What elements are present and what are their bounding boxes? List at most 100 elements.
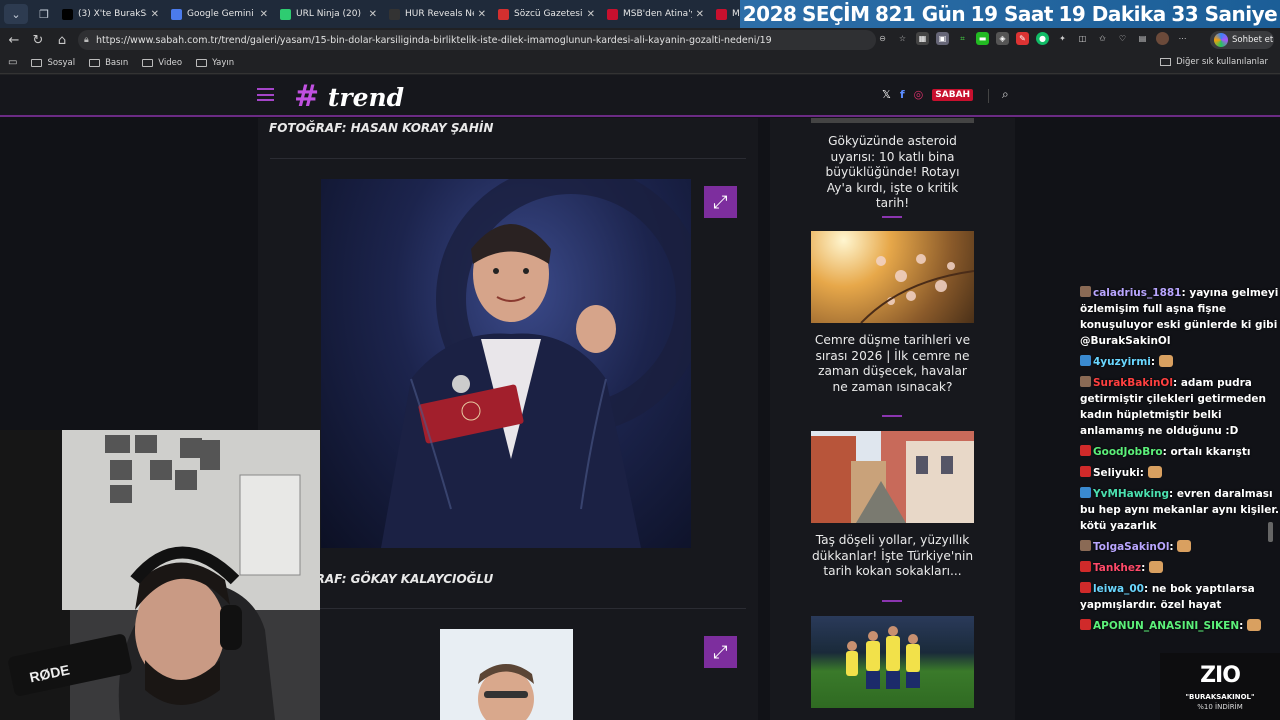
copilot-label: Sohbet et (1232, 35, 1274, 45)
browser-tab[interactable]: HUR Reveals New R ✕ (383, 0, 492, 28)
folder-icon (31, 58, 43, 67)
ninja-icon (280, 8, 291, 20)
expand-photo-button[interactable]: ⤢ (704, 636, 737, 668)
x-icon[interactable]: 𝕏 (882, 88, 891, 101)
related-card-title[interactable]: Cemre düşme tarihleri ve sırası 2026 | İ… (811, 333, 974, 395)
hamburger-menu-icon[interactable] (257, 88, 274, 101)
expand-photo-button[interactable]: ⤢ (704, 186, 737, 218)
close-tab-icon[interactable]: ✕ (260, 9, 268, 20)
address-toolbar: ← ↻ ⌂ 🔒︎ https://www.sabah.com.tr/trend/… (0, 28, 1280, 52)
sabah-logo[interactable]: SABAH (932, 88, 974, 101)
chat-username[interactable]: SurakBakinOl (1093, 377, 1173, 389)
browser-tab[interactable]: Sözcü Gazetesi - Ha ✕ (492, 0, 601, 28)
related-card-title[interactable]: Gökyüzünde asteroid uyarısı: 10 katlı bi… (811, 134, 974, 212)
search-icon[interactable]: ⌕ (1002, 87, 1009, 102)
chat-username[interactable]: GoodJobBro (1093, 446, 1163, 458)
countdown-hours: 19 Saat (970, 2, 1054, 26)
extension-icon[interactable]: ◈ (996, 32, 1009, 45)
bookmark-folder-yayin[interactable]: Yayın (196, 58, 234, 68)
street-illustration (811, 431, 974, 523)
football-players-illustration (846, 626, 920, 689)
extension-icon[interactable]: ● (1036, 32, 1049, 45)
chat-separator: : (1169, 488, 1177, 500)
tab-title: MSB'den Atina'ya 1 (623, 9, 692, 19)
x-icon (62, 8, 73, 20)
bookmarks-bar: ▭ Sosyal Basın Video Yayın Diğer sık kul… (0, 52, 1280, 74)
close-tab-icon[interactable]: ✕ (478, 9, 486, 20)
chat-emote-icon (1246, 619, 1261, 631)
presenter-illustration (381, 179, 691, 548)
browser-tab[interactable]: (3) X'te BurakSakinOl ✕ (56, 0, 165, 28)
chat-separator: : (1143, 583, 1152, 595)
related-card-image[interactable] (811, 616, 974, 708)
bookmark-folder-video[interactable]: Video (142, 58, 182, 68)
tab-title: Google Gemini (187, 9, 254, 19)
facebook-icon[interactable]: f (900, 88, 905, 101)
instagram-icon[interactable]: ◎ (914, 88, 924, 101)
extensions-area: ⊖ ☆ ▦ ▣ ⌗ ▬ ◈ ✎ ● ✦ ◫ ✩ ♡ ▤ ⋯ (876, 32, 1189, 45)
extension-icon[interactable]: ✎ (1016, 32, 1029, 45)
chat-badge-icon (1080, 619, 1091, 630)
extension-icon[interactable]: ⌗ (956, 32, 969, 45)
tab-list-button[interactable]: ⌄ (4, 4, 28, 24)
related-card-image[interactable] (811, 431, 974, 523)
extensions-puzzle-icon[interactable]: ✦ (1056, 32, 1069, 45)
extension-icon[interactable]: ▬ (976, 32, 989, 45)
chat-username[interactable]: APONUN_ANASINI_SIKEN (1093, 620, 1239, 632)
chat-username[interactable]: Seliyuki (1093, 467, 1140, 479)
address-bar[interactable]: 🔒︎ https://www.sabah.com.tr/trend/galeri… (78, 30, 876, 50)
close-tab-icon[interactable]: ✕ (696, 9, 704, 20)
browser-tab[interactable]: MSB'den Atina'ya 1 ✕ (601, 0, 710, 28)
favorites-icon[interactable]: ✩ (1096, 32, 1109, 45)
folder-icon (196, 58, 208, 67)
trend-logo[interactable]: # trend (294, 79, 404, 114)
home-icon[interactable]: ⌂ (50, 33, 74, 48)
sponsor-code: "BURAKSAKINOL" (1185, 693, 1255, 701)
photo-credit: FOTOĞRAF: HASAN KORAY ŞAHİN (269, 121, 494, 135)
other-favorites-label: Diğer sık kullanılanlar (1176, 57, 1268, 67)
gallery-photo[interactable] (321, 179, 691, 548)
chat-separator: : (1239, 620, 1247, 632)
split-screen-icon[interactable]: ◫ (1076, 32, 1089, 45)
browser-tab[interactable]: Google Gemini ✕ (165, 0, 274, 28)
chat-badge-icon (1080, 561, 1091, 572)
favorite-star-icon[interactable]: ☆ (896, 32, 909, 45)
profile-avatar[interactable] (1156, 32, 1169, 45)
more-menu-icon[interactable]: ⋯ (1176, 32, 1189, 45)
chat-username[interactable]: TolgaSakinOl (1093, 541, 1169, 553)
bookmarks-app-icon[interactable]: ▭ (8, 57, 17, 68)
lock-icon[interactable]: 🔒︎ (84, 35, 89, 45)
bookmark-folder-basin[interactable]: Basın (89, 58, 128, 68)
gallery-photo[interactable] (440, 629, 573, 720)
other-favorites[interactable]: Diğer sık kullanılanlar (1160, 57, 1268, 67)
chat-username[interactable]: Tankhez (1093, 562, 1141, 574)
related-card-image[interactable] (811, 231, 975, 324)
refresh-icon[interactable]: ↻ (26, 33, 50, 48)
folder-icon (1160, 58, 1172, 66)
extension-icon[interactable]: ▦ (916, 32, 929, 45)
card-thumbnail-top (811, 118, 974, 123)
chat-username[interactable]: caladrius_1881 (1093, 287, 1182, 299)
chat-separator: : (1169, 541, 1178, 553)
collections-icon[interactable]: ▤ (1136, 32, 1149, 45)
card-accent-line (882, 415, 902, 417)
close-tab-icon[interactable]: ✕ (369, 9, 377, 20)
close-tab-icon[interactable]: ✕ (151, 9, 159, 20)
chat-username[interactable]: 4yuzyirmi (1093, 356, 1151, 368)
close-tab-icon[interactable]: ✕ (587, 9, 595, 20)
extension-icon[interactable]: ▣ (936, 32, 949, 45)
bookmark-folder-sosyal[interactable]: Sosyal (31, 58, 75, 68)
chat-username[interactable]: YvMHawking (1093, 488, 1169, 500)
browser-essentials-icon[interactable]: ♡ (1116, 32, 1129, 45)
countdown-days: 821 Gün (875, 2, 966, 26)
chat-username[interactable]: leiwa_00 (1093, 583, 1144, 595)
back-icon[interactable]: ← (2, 33, 26, 48)
bookmark-label: Basın (105, 57, 129, 68)
related-card-title[interactable]: Taş döşeli yollar, yüzyıllık dükkanlar! … (811, 533, 974, 580)
workspaces-icon[interactable]: ❐ (32, 4, 56, 24)
social-links: 𝕏 f ◎ SABAH (882, 88, 974, 101)
header-divider (988, 89, 989, 103)
read-aloud-icon[interactable]: ⊖ (876, 32, 889, 45)
browser-tab[interactable]: URL Ninja (20) ✕ (274, 0, 383, 28)
copilot-button[interactable]: Sohbet et (1210, 31, 1274, 49)
